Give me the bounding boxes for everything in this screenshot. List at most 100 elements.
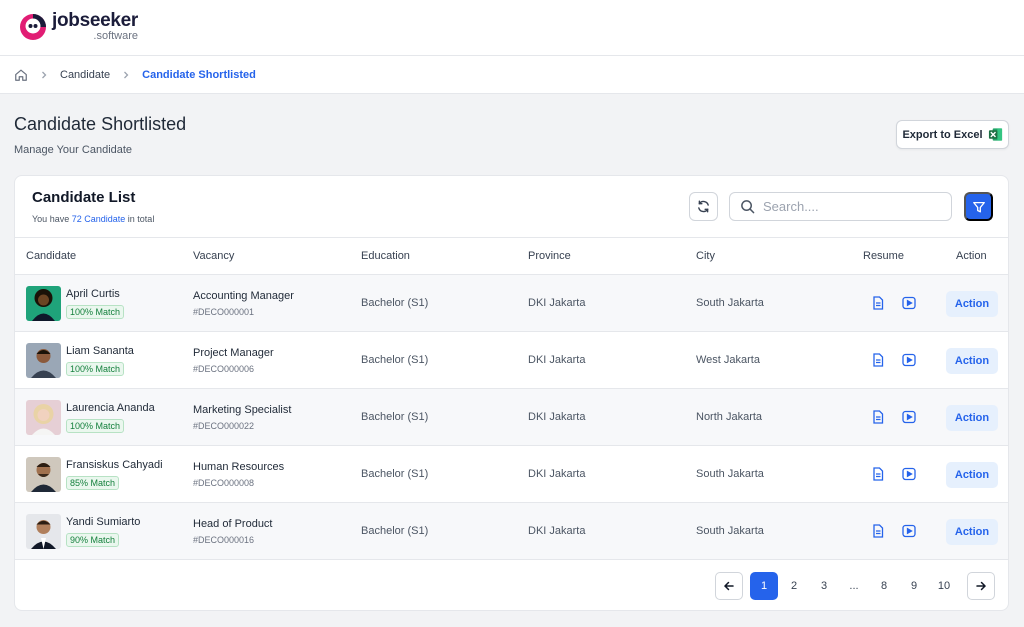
arrow-right-icon (975, 580, 987, 592)
vacancy-code: #DECO000006 (193, 364, 255, 374)
avatar (26, 286, 61, 321)
breadcrumb-candidate[interactable]: Candidate (60, 69, 110, 81)
action-button[interactable]: Action (946, 405, 998, 431)
action-button[interactable]: Action (946, 348, 998, 374)
candidate-count-text: You have 72 Candidate in total (32, 214, 154, 224)
education-cell: Bachelor (S1) (361, 297, 429, 309)
vacancy-title: Marketing Specialist (193, 404, 292, 416)
avatar (26, 400, 61, 435)
document-icon[interactable] (871, 353, 885, 367)
home-icon[interactable] (14, 68, 28, 82)
candidate-name[interactable]: Yandi Sumiarto (66, 516, 140, 528)
brand-logo[interactable]: jobseeker .software (18, 11, 138, 42)
export-excel-label: Export to Excel (902, 128, 983, 141)
filter-button[interactable] (964, 192, 993, 221)
match-badge: 85% Match (66, 476, 120, 490)
page-ellipsis: ... (849, 580, 859, 592)
province-cell: DKI Jakarta (528, 297, 586, 309)
vacancy-code: #DECO000008 (193, 478, 255, 488)
column-candidate[interactable]: Candidate (26, 250, 76, 262)
document-icon[interactable] (871, 467, 885, 481)
page-title: Candidate Shortlisted (14, 114, 187, 134)
avatar (26, 343, 61, 378)
play-icon[interactable] (902, 410, 916, 424)
export-excel-button[interactable]: Export to Excel (896, 120, 1009, 149)
page-subtitle: Manage Your Candidate (14, 144, 133, 156)
candidate-name[interactable]: April Curtis (66, 288, 120, 300)
breadcrumb: Candidate Candidate Shortlisted (0, 56, 1024, 94)
brand-sub: .software (93, 30, 139, 42)
province-cell: DKI Jakarta (528, 411, 586, 423)
match-badge: 100% Match (66, 362, 125, 376)
arrow-left-icon (723, 580, 735, 592)
excel-icon (988, 127, 1003, 142)
vacancy-title: Project Manager (193, 347, 274, 359)
column-resume: Resume (863, 250, 904, 262)
candidate-name[interactable]: Fransiskus Cahyadi (66, 459, 163, 471)
prev-page-button[interactable] (715, 572, 743, 600)
chevron-right-icon (122, 71, 130, 79)
brand-name: jobseeker (52, 10, 139, 31)
refresh-button[interactable] (689, 192, 718, 221)
candidate-name[interactable]: Laurencia Ananda (66, 402, 155, 414)
avatar (26, 514, 61, 549)
city-cell: South Jakarta (696, 468, 764, 480)
vacancy-title: Accounting Manager (193, 290, 294, 302)
play-icon[interactable] (902, 296, 916, 310)
column-city[interactable]: City (696, 250, 715, 262)
document-icon[interactable] (871, 410, 885, 424)
match-badge: 90% Match (66, 533, 120, 547)
card-title: Candidate List (32, 189, 136, 206)
action-button[interactable]: Action (946, 462, 998, 488)
action-button[interactable]: Action (946, 519, 998, 545)
play-icon[interactable] (902, 353, 916, 367)
table-row: Fransiskus Cahyadi 85% Match Human Resou… (15, 446, 1008, 503)
education-cell: Bachelor (S1) (361, 468, 429, 480)
top-bar: jobseeker .software (0, 0, 1024, 56)
play-icon[interactable] (902, 467, 916, 481)
avatar (26, 457, 61, 492)
education-cell: Bachelor (S1) (361, 525, 429, 537)
table-row: April Curtis 100% Match Accounting Manag… (15, 275, 1008, 332)
search-box[interactable] (729, 192, 952, 221)
column-action: Action (956, 250, 987, 262)
page-1[interactable]: 1 (750, 572, 778, 600)
vacancy-code: #DECO000022 (193, 421, 255, 431)
filter-icon (972, 200, 986, 214)
table-row: Laurencia Ananda 100% Match Marketing Sp… (15, 389, 1008, 446)
action-button[interactable]: Action (946, 291, 998, 317)
vacancy-title: Head of Product (193, 518, 273, 530)
province-cell: DKI Jakarta (528, 354, 586, 366)
vacancy-code: #DECO000001 (193, 307, 255, 317)
table-row: Yandi Sumiarto 90% Match Head of Product… (15, 503, 1008, 560)
play-icon[interactable] (902, 524, 916, 538)
vacancy-title: Human Resources (193, 461, 285, 473)
document-icon[interactable] (871, 296, 885, 310)
count-suffix: in total (127, 214, 155, 224)
table-header: Candidate Vacancy Education Province Cit… (15, 237, 1008, 275)
column-vacancy[interactable]: Vacancy (193, 250, 234, 262)
candidate-list-card: Candidate List You have 72 Candidate in … (14, 175, 1009, 611)
page-3[interactable]: 3 (810, 572, 838, 600)
city-cell: North Jakarta (696, 411, 763, 423)
breadcrumb-current: Candidate Shortlisted (142, 68, 256, 81)
next-page-button[interactable] (967, 572, 995, 600)
column-province[interactable]: Province (528, 250, 571, 262)
search-icon (740, 199, 755, 214)
city-cell: West Jakarta (696, 354, 760, 366)
province-cell: DKI Jakarta (528, 468, 586, 480)
page-2[interactable]: 2 (780, 572, 808, 600)
city-cell: South Jakarta (696, 525, 764, 537)
city-cell: South Jakarta (696, 297, 764, 309)
page-9[interactable]: 9 (900, 572, 928, 600)
document-icon[interactable] (871, 524, 885, 538)
education-cell: Bachelor (S1) (361, 411, 429, 423)
match-badge: 100% Match (66, 305, 125, 319)
column-education[interactable]: Education (361, 250, 410, 262)
refresh-icon (696, 199, 711, 214)
candidate-name[interactable]: Liam Sananta (66, 345, 134, 357)
page-10[interactable]: 10 (930, 572, 958, 600)
search-input[interactable] (763, 199, 933, 214)
page-8[interactable]: 8 (870, 572, 898, 600)
candidate-count: 72 Candidate (71, 214, 126, 224)
